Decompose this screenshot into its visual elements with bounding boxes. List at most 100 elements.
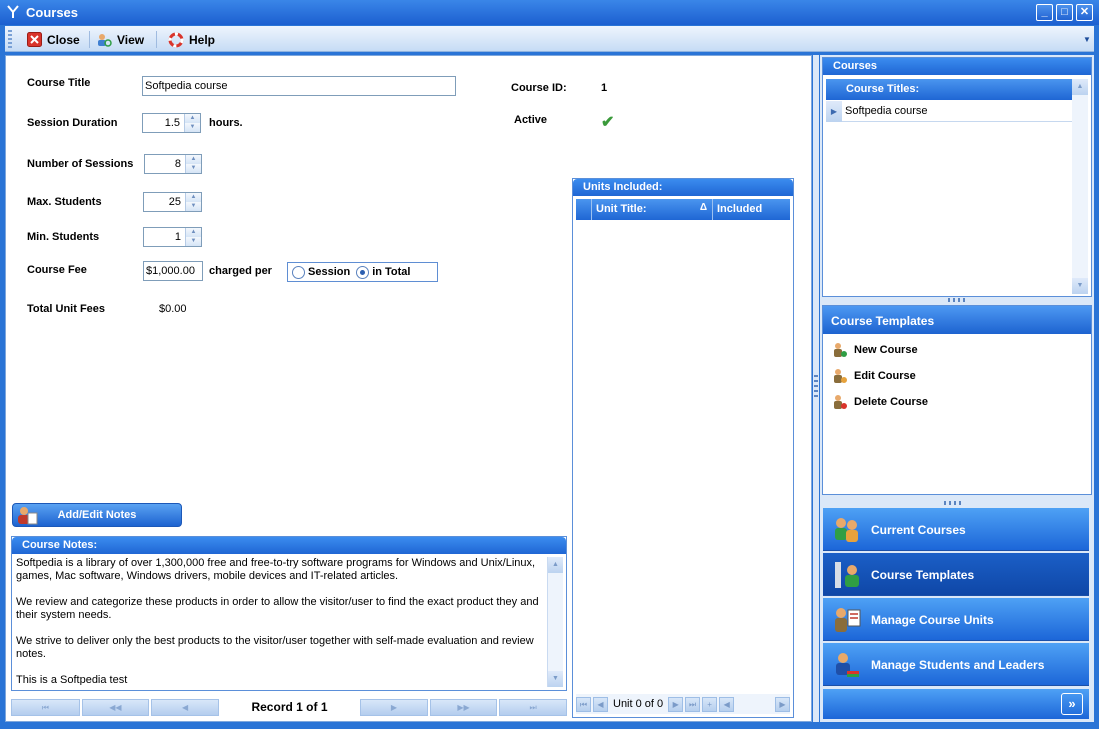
active-check-icon[interactable]: ✔: [601, 112, 614, 132]
first-record-button[interactable]: ⏮: [11, 699, 80, 716]
splitter-grip-icon[interactable]: [944, 501, 964, 505]
view-button[interactable]: View: [96, 30, 144, 49]
course-titles-column-header[interactable]: Course Titles:: [826, 79, 1073, 100]
charged-per-label: charged per: [209, 265, 272, 277]
nav-manage-course-units[interactable]: Manage Course Units: [823, 598, 1089, 641]
nav-course-templates[interactable]: Course Templates: [823, 553, 1089, 596]
spin-down-icon[interactable]: ▼: [186, 202, 201, 211]
scroll-left-icon[interactable]: ◀: [719, 696, 735, 712]
nav-manage-students-leaders[interactable]: Manage Students and Leaders: [823, 643, 1089, 686]
new-course-icon: [834, 343, 847, 357]
spin-up-icon[interactable]: ▲: [186, 155, 201, 164]
course-title-label: Course Title: [27, 77, 91, 89]
hours-label: hours.: [209, 117, 243, 129]
last-record-icon[interactable]: ⏭: [685, 696, 701, 712]
prev-page-button[interactable]: ◀◀: [81, 699, 150, 716]
prev-record-button[interactable]: ◀: [151, 699, 219, 716]
courses-list-panel: Courses Course Titles: ▶ Softpedia cours…: [822, 57, 1092, 297]
course-id-label: Course ID:: [511, 82, 567, 94]
app-icon: [7, 5, 19, 18]
course-templates-panel: Course Templates New Course Edit Course …: [822, 305, 1092, 495]
first-record-icon[interactable]: ⏮: [576, 696, 591, 712]
prev-record-icon[interactable]: ◀: [593, 696, 608, 712]
course-notes-title: Course Notes:: [12, 537, 566, 554]
next-record-button[interactable]: ▶: [360, 699, 428, 716]
scroll-up-icon[interactable]: ▲: [548, 557, 563, 573]
scroll-right-icon[interactable]: ▶: [775, 696, 790, 712]
last-record-button[interactable]: ⏭: [499, 699, 567, 716]
min-students-stepper[interactable]: 1 ▲ ▼: [143, 227, 202, 247]
included-column-header[interactable]: Included: [713, 199, 789, 220]
minimize-button[interactable]: _: [1036, 4, 1053, 21]
add-record-icon[interactable]: +: [702, 696, 718, 712]
session-duration-stepper[interactable]: 1.5 ▲ ▼: [142, 113, 201, 133]
next-page-button[interactable]: ▶▶: [429, 699, 498, 716]
splitter-grip-icon[interactable]: [948, 298, 968, 302]
spin-down-icon[interactable]: ▼: [186, 164, 201, 173]
delete-course-link[interactable]: Delete Course: [832, 394, 928, 410]
window-close-button[interactable]: ✕: [1076, 4, 1093, 21]
max-students-stepper[interactable]: 25 ▲ ▼: [143, 192, 202, 212]
total-unit-fees-label: Total Unit Fees: [27, 303, 106, 315]
min-students-label: Min. Students: [27, 231, 100, 243]
max-students-value: 25: [168, 196, 181, 208]
next-record-icon[interactable]: ▶: [668, 696, 684, 712]
close-button[interactable]: Close: [27, 30, 80, 49]
course-notes-panel: Course Notes: Softpedia is a library of …: [11, 536, 567, 691]
scroll-down-icon[interactable]: ▼: [1072, 278, 1088, 294]
course-details-panel: Course Title Softpedia course Course ID:…: [5, 55, 812, 722]
session-duration-value: 1.5: [164, 117, 180, 129]
toolbar-overflow-icon[interactable]: ▼: [1082, 29, 1092, 49]
splitter-grip-icon: [814, 375, 818, 399]
spin-up-icon[interactable]: ▲: [186, 193, 201, 202]
course-id-value: 1: [601, 82, 608, 94]
course-notes-text[interactable]: Softpedia is a library of over 1,300,000…: [16, 557, 546, 685]
configure-buttons-chevron-icon[interactable]: »: [1061, 693, 1083, 715]
num-sessions-stepper[interactable]: 8 ▲ ▼: [144, 154, 202, 174]
edit-course-link[interactable]: Edit Course: [832, 368, 916, 384]
spin-up-icon[interactable]: ▲: [186, 228, 201, 237]
notes-scrollbar[interactable]: ▲ ▼: [547, 557, 563, 687]
nav-current-courses[interactable]: Current Courses: [823, 508, 1089, 551]
close-label: Close: [47, 32, 80, 47]
manage-units-icon: [835, 608, 861, 632]
course-fee-input[interactable]: $1,000.00: [143, 261, 203, 281]
num-sessions-value: 8: [174, 158, 181, 170]
toolbar-grip[interactable]: [8, 30, 12, 48]
radio-in-total[interactable]: in Total: [356, 265, 411, 279]
add-edit-notes-button[interactable]: Add/Edit Notes: [12, 503, 182, 527]
scroll-down-icon[interactable]: ▼: [548, 671, 563, 687]
vertical-splitter[interactable]: [813, 55, 819, 722]
help-button[interactable]: Help: [168, 30, 215, 49]
table-row[interactable]: ▶ Softpedia course: [826, 101, 1073, 122]
course-title-input[interactable]: Softpedia course: [142, 76, 456, 96]
help-icon: [168, 32, 184, 47]
row-selector-header: [576, 199, 592, 220]
notes-paragraph: Softpedia is a library of over 1,300,000…: [16, 557, 536, 582]
unit-title-column-header[interactable]: Unit Title: Δ: [592, 199, 713, 220]
horizontal-scrollbar[interactable]: [736, 696, 773, 712]
add-edit-notes-label: Add/Edit Notes: [57, 509, 137, 521]
radio-in-total-label: in Total: [372, 266, 411, 278]
courses-panel-title: Courses: [823, 58, 1091, 75]
window-title: Courses: [26, 5, 79, 20]
scroll-up-icon[interactable]: ▲: [1072, 79, 1088, 95]
current-courses-icon: [835, 518, 858, 542]
charge-basis-radio-group: Session in Total: [287, 262, 438, 282]
spin-down-icon[interactable]: ▼: [185, 123, 200, 132]
right-sidebar: Courses Course Titles: ▶ Softpedia cours…: [820, 55, 1094, 722]
record-navigator: ⏮ ◀◀ ◀ Record 1 of 1 ▶ ▶▶ ⏭: [11, 698, 567, 717]
new-course-link[interactable]: New Course: [832, 342, 918, 358]
spin-down-icon[interactable]: ▼: [186, 237, 201, 246]
max-students-label: Max. Students: [27, 196, 102, 208]
nav-pane-footer: »: [823, 689, 1089, 719]
units-grid-header: Unit Title: Δ Included: [576, 199, 790, 220]
maximize-button[interactable]: □: [1056, 4, 1073, 21]
units-navigator: ⏮ ◀ Unit 0 of 0 ▶ ⏭ + ◀ ▶: [576, 694, 790, 714]
radio-session[interactable]: Session: [292, 265, 350, 279]
notes-paragraph: We strive to deliver only the best produ…: [16, 635, 534, 660]
spin-up-icon[interactable]: ▲: [185, 114, 200, 123]
course-fee-label: Course Fee: [27, 264, 87, 276]
toolbar-separator: [89, 31, 90, 48]
courses-scrollbar[interactable]: ▲ ▼: [1072, 79, 1088, 294]
